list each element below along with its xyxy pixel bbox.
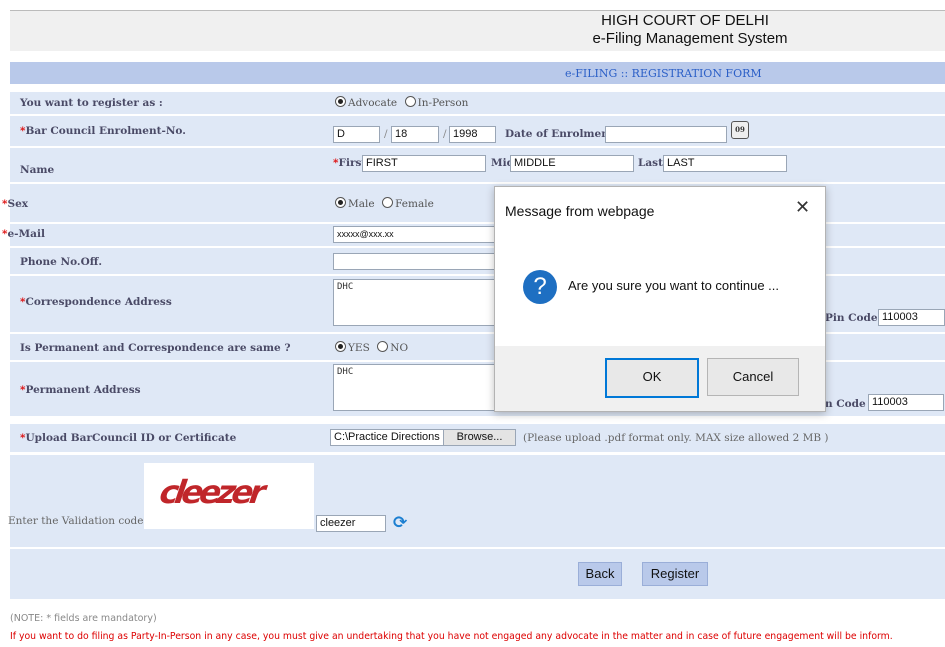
row-name: Name *First FIRST Mid MIDDLE Last LAST — [10, 148, 945, 183]
female-radio[interactable] — [382, 197, 394, 208]
perm-pin-code-label: n Code — [825, 398, 866, 410]
row-actions: Back Register — [10, 549, 945, 600]
correspondence-address-label: *Correspondence Address — [20, 296, 172, 308]
sex-label: *Sex — [2, 198, 29, 210]
refresh-icon[interactable]: ⟳ — [393, 514, 411, 532]
date-of-enrolment-label: Date of Enrolment — [505, 128, 614, 140]
email-label: *e-Mail — [2, 228, 45, 240]
no-label: NO — [390, 342, 409, 354]
ok-button[interactable]: OK — [605, 358, 699, 398]
form-title: e-FILING :: REGISTRATION FORM — [565, 67, 762, 80]
advocate-radio[interactable] — [335, 96, 346, 107]
female-label: Female — [395, 198, 434, 210]
corr-pin-code-input[interactable]: 110003 — [878, 309, 945, 326]
court-title: HIGH COURT OF DELHI — [601, 12, 769, 29]
row-register-as: You want to register as : Advocate In-Pe… — [10, 92, 945, 115]
register-button[interactable]: Register — [642, 562, 708, 586]
validation-code-input[interactable]: cleezer — [316, 515, 386, 532]
correspondence-address-textarea[interactable]: DHC — [333, 279, 503, 326]
name-label: Name — [20, 164, 55, 176]
confirm-dialog: Message from webpage ✕ ? Are you sure yo… — [494, 186, 826, 412]
dialog-footer: OK Cancel — [495, 346, 825, 411]
last-label: Last — [638, 157, 663, 169]
phone-input[interactable] — [333, 253, 503, 270]
sex-options: Male Female — [335, 197, 438, 210]
upload-label: *Upload BarCouncil ID or Certificate — [20, 432, 237, 444]
browse-button[interactable]: Browse... — [443, 429, 516, 446]
same-address-options: YES NO — [335, 341, 412, 354]
row-bar-council: *Bar Council Enrolment-No. D / 18 / 1998… — [10, 116, 945, 147]
captcha-text: cleezer — [157, 473, 265, 511]
register-as-label: You want to register as : — [20, 97, 163, 109]
phone-label: Phone No.Off. — [20, 256, 102, 268]
bar-council-number-input[interactable]: 18 — [391, 126, 439, 143]
no-radio[interactable] — [377, 341, 389, 352]
bar-council-year-input[interactable]: 1998 — [449, 126, 496, 143]
perm-pin-code-input[interactable]: 110003 — [868, 394, 944, 411]
calendar-icon[interactable]: 09 — [731, 121, 749, 139]
yes-radio[interactable] — [335, 341, 346, 352]
middle-name-input[interactable]: MIDDLE — [510, 155, 634, 172]
in-person-label: In-Person — [417, 97, 469, 109]
validation-code-label: Enter the Validation code : — [8, 515, 151, 527]
row-validation: Enter the Validation code : cleezer clee… — [8, 455, 945, 548]
system-title: e-Filing Management System — [592, 30, 788, 47]
date-of-enrolment-input[interactable] — [605, 126, 727, 143]
form-title-bar: e-FILING :: REGISTRATION FORM — [10, 62, 945, 84]
close-icon[interactable]: ✕ — [795, 197, 810, 218]
captcha-image: cleezer — [144, 463, 314, 529]
email-input[interactable]: xxxxx@xxx.xx — [333, 226, 503, 243]
first-name-input[interactable]: FIRST — [362, 155, 486, 172]
bar-council-label: *Bar Council Enrolment-No. — [20, 125, 186, 137]
dialog-title: Message from webpage — [505, 203, 655, 219]
back-button[interactable]: Back — [578, 562, 622, 586]
in-person-radio[interactable] — [404, 96, 416, 107]
row-upload: *Upload BarCouncil ID or Certificate C:\… — [10, 424, 945, 453]
party-in-person-warning: If you want to do filing as Party-In-Per… — [10, 631, 893, 642]
advocate-label: Advocate — [348, 97, 398, 109]
mandatory-note: (NOTE: * fields are mandatory) — [10, 613, 157, 624]
upload-file-path: C:\Practice Directions — [330, 429, 443, 446]
male-label: Male — [348, 198, 375, 210]
corr-pin-code-label: Pin Code — [825, 312, 878, 324]
permanent-address-label: *Permanent Address — [20, 384, 141, 396]
upload-hint: (Please upload .pdf format only. MAX siz… — [523, 432, 829, 444]
cancel-button[interactable]: Cancel — [707, 358, 799, 396]
register-as-options: Advocate In-Person — [335, 96, 472, 109]
last-name-input[interactable]: LAST — [663, 155, 787, 172]
permanent-address-textarea[interactable]: DHC — [333, 364, 503, 411]
yes-label: YES — [348, 342, 370, 354]
bar-council-state-input[interactable]: D — [333, 126, 380, 143]
page-header: HIGH COURT OF DELHI e-Filing Management … — [10, 10, 945, 51]
same-address-label: Is Permanent and Correspondence are same… — [20, 342, 291, 354]
question-icon: ? — [523, 270, 557, 304]
male-radio[interactable] — [335, 197, 346, 208]
dialog-message: Are you sure you want to continue ... — [568, 278, 780, 293]
